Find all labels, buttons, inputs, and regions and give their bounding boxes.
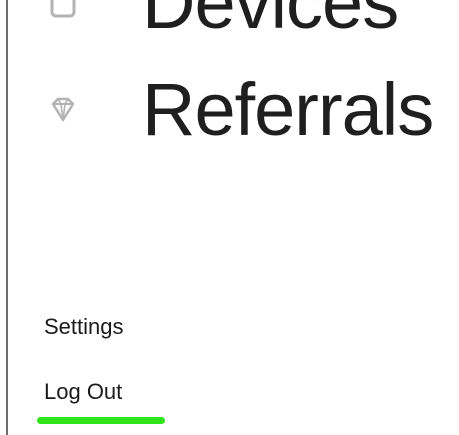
sidebar-item-referrals[interactable]: Referrals xyxy=(40,68,434,151)
sidebar-item-label: Referrals xyxy=(142,68,434,151)
active-underline xyxy=(37,417,165,424)
sidebar-divider xyxy=(6,0,8,435)
sidebar-item-devices[interactable]: Devices xyxy=(40,0,399,44)
device-icon xyxy=(40,0,86,26)
logout-link[interactable]: Log Out xyxy=(44,381,122,403)
diamond-icon xyxy=(40,87,86,133)
sidebar-item-label: Devices xyxy=(142,0,399,44)
settings-link[interactable]: Settings xyxy=(44,316,124,338)
